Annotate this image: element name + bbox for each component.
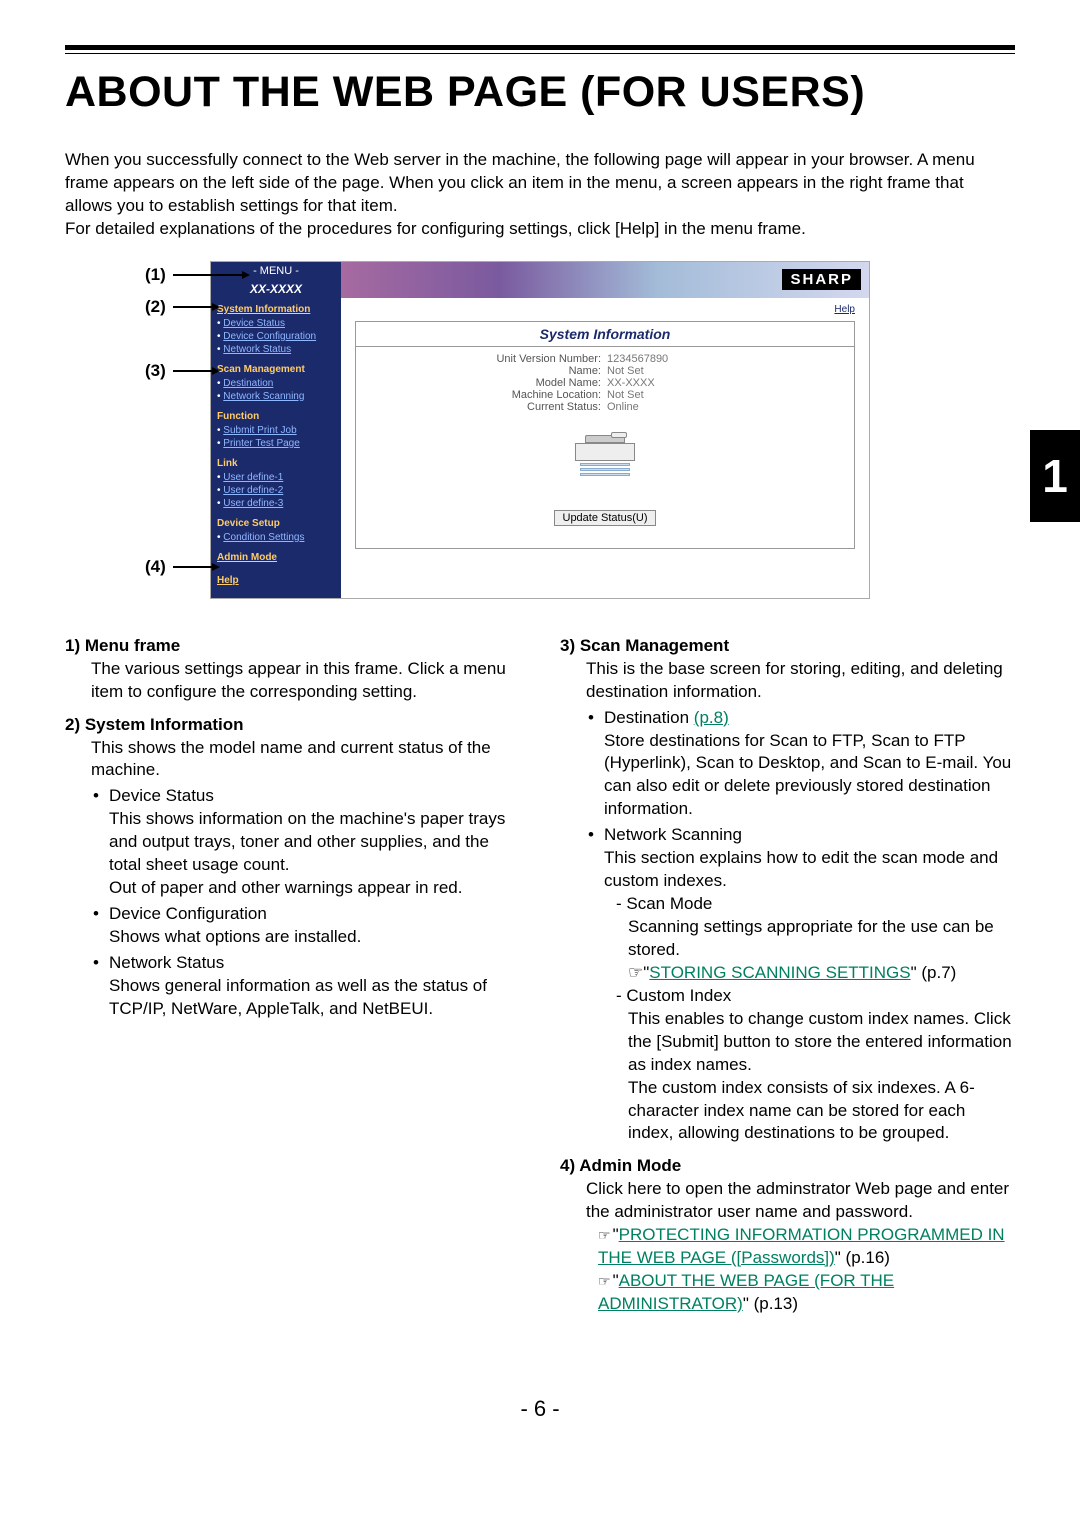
- page-number: - 6 -: [65, 1396, 1015, 1422]
- desc-3-body: This is the base screen for storing, edi…: [586, 658, 1015, 704]
- pointer-icon: ☞: [598, 1273, 613, 1289]
- banner: SHARP: [341, 262, 869, 298]
- sharp-logo: SHARP: [782, 269, 861, 290]
- menu-sec-device-setup: Device Setup: [211, 516, 341, 531]
- link-storing-scanning[interactable]: STORING SCANNING SETTINGS: [649, 963, 910, 982]
- menu-user-define-3[interactable]: User define-3: [223, 498, 283, 509]
- menu-admin-mode[interactable]: Admin Mode: [211, 550, 341, 565]
- menu-sec-function: Function: [211, 409, 341, 424]
- descriptions: 1) Menu frame The various settings appea…: [65, 629, 1015, 1326]
- desc-1-body: The various settings appear in this fram…: [65, 658, 520, 704]
- intro-text: When you successfully connect to the Web…: [65, 149, 1015, 241]
- pointer-icon: ☞: [628, 963, 643, 982]
- sysinfo-title: System Information: [356, 322, 854, 347]
- menu-user-define-1[interactable]: User define-1: [223, 472, 283, 483]
- menu-network-scanning[interactable]: Network Scanning: [223, 391, 304, 402]
- menu-network-status[interactable]: Network Status: [223, 344, 291, 355]
- menu-sec-sysinfo[interactable]: System Information: [211, 302, 341, 317]
- menu-destination[interactable]: Destination: [223, 378, 273, 389]
- callout-3: (3): [145, 361, 166, 381]
- help-link[interactable]: Help: [834, 304, 855, 315]
- menu-condition-settings[interactable]: Condition Settings: [223, 532, 304, 543]
- desc-2-head: 2) System Information: [65, 714, 520, 737]
- menu-model: XX-XXXX: [211, 280, 341, 302]
- desc-3-head: 3) Scan Management: [560, 635, 1015, 658]
- menu-user-define-2[interactable]: User define-2: [223, 485, 283, 496]
- desc-2-body: This shows the model name and current st…: [91, 737, 520, 783]
- right-frame: SHARP Help System Information Unit Versi…: [341, 262, 869, 598]
- menu-sec-scan: Scan Management: [211, 362, 341, 377]
- link-protecting-info[interactable]: PROTECTING INFORMATION PROGRAMMED IN THE…: [598, 1225, 1005, 1267]
- desc-4-body: Click here to open the adminstrator Web …: [586, 1178, 1015, 1224]
- page-title: ABOUT THE WEB PAGE (FOR USERS): [65, 68, 1015, 117]
- desc-1-head: 1) Menu frame: [65, 635, 520, 658]
- menu-sec-link: Link: [211, 456, 341, 471]
- callout-2: (2): [145, 297, 166, 317]
- link-p8[interactable]: (p.8): [694, 708, 729, 727]
- menu-printer-test[interactable]: Printer Test Page: [223, 438, 300, 449]
- menu-frame: - MENU - XX-XXXX System Information Devi…: [211, 262, 341, 598]
- menu-help[interactable]: Help: [211, 573, 341, 588]
- update-status-button[interactable]: Update Status(U): [554, 510, 657, 526]
- chapter-tab: 1: [1030, 430, 1080, 522]
- printer-icon: [570, 435, 640, 490]
- menu-header: - MENU -: [211, 262, 341, 280]
- web-page-screenshot: (1) (2) (3) (4) - MENU - XX-XXXX System …: [210, 261, 870, 599]
- menu-submit-print[interactable]: Submit Print Job: [223, 425, 296, 436]
- menu-device-status[interactable]: Device Status: [223, 318, 285, 329]
- pointer-icon: ☞: [598, 1227, 613, 1243]
- callout-1: (1): [145, 265, 166, 285]
- menu-device-config[interactable]: Device Configuration: [223, 331, 316, 342]
- callout-4: (4): [145, 557, 166, 577]
- desc-4-head: 4) Admin Mode: [560, 1155, 1015, 1178]
